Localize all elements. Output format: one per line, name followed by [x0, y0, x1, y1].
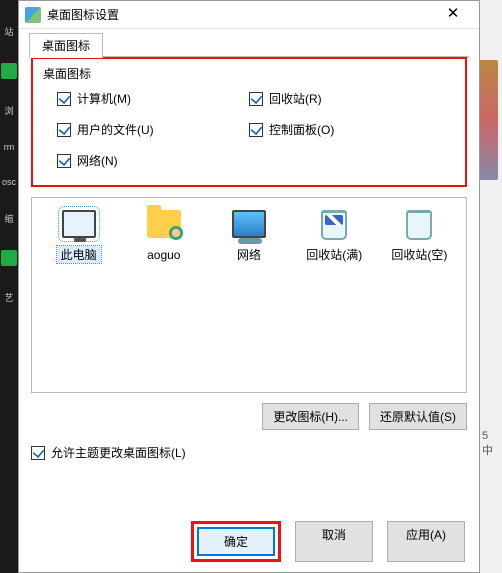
bg-icon [1, 250, 17, 266]
preview-recycle-empty[interactable]: 回收站(空) [381, 210, 458, 380]
bg-photo-sliver [478, 60, 498, 180]
close-button[interactable]: ✕ [433, 2, 473, 28]
desktop-left-strip: 站 浏 rm osc 缩 艺 [0, 0, 18, 573]
section-title: 桌面图标 [43, 65, 455, 82]
recycle-bin-empty-icon [406, 210, 432, 240]
dialog-button-row: 确定 取消 应用(A) [19, 521, 479, 562]
preview-recycle-full[interactable]: 回收站(满) [296, 210, 373, 380]
user-folder-icon [147, 210, 181, 238]
highlight-box-ok: 确定 [191, 521, 281, 562]
check-computer[interactable]: 计算机(M) [43, 90, 249, 107]
restore-defaults-button[interactable]: 还原默认值(S) [369, 403, 467, 430]
desktop-icon-settings-dialog: 桌面图标设置 ✕ 桌面图标 桌面图标 计算机(M) 回收站(R) 用户的文件(U… [18, 0, 480, 573]
ok-button[interactable]: 确定 [197, 527, 275, 556]
bg-icon [1, 63, 17, 79]
checkbox-icon[interactable] [31, 446, 45, 460]
titlebar[interactable]: 桌面图标设置 ✕ [19, 1, 479, 29]
check-control-panel[interactable]: 控制面板(O) [249, 121, 455, 138]
highlight-box-checks: 桌面图标 计算机(M) 回收站(R) 用户的文件(U) 控制面板(O) [31, 57, 467, 187]
checkbox-icon[interactable] [57, 154, 71, 168]
system-icon [25, 7, 41, 23]
change-icon-button[interactable]: 更改图标(H)... [262, 403, 359, 430]
apply-button[interactable]: 应用(A) [387, 521, 465, 562]
cancel-button[interactable]: 取消 [295, 521, 373, 562]
allow-theme-row[interactable]: 允许主题更改桌面图标(L) [31, 444, 467, 461]
check-network[interactable]: 网络(N) [43, 152, 249, 169]
dialog-title: 桌面图标设置 [47, 6, 433, 23]
checkbox-icon[interactable] [249, 92, 263, 106]
recycle-bin-full-icon [321, 210, 347, 240]
preview-this-pc[interactable]: 此电脑 [40, 210, 117, 380]
background-right-strip: 5 中 re 下 [478, 0, 502, 573]
network-icon [232, 210, 266, 238]
icon-preview-panel: 此电脑 aoguo 网络 回收站(满) 回收站(空) [31, 197, 467, 393]
tab-strip: 桌面图标 [29, 33, 479, 57]
checkbox-icon[interactable] [249, 123, 263, 137]
preview-user-folder[interactable]: aoguo [125, 210, 202, 380]
check-recycle-bin[interactable]: 回收站(R) [249, 90, 455, 107]
check-user-files[interactable]: 用户的文件(U) [43, 121, 249, 138]
preview-network[interactable]: 网络 [210, 210, 287, 380]
tab-desktop-icons[interactable]: 桌面图标 [29, 33, 103, 58]
computer-icon [62, 210, 96, 238]
checkbox-icon[interactable] [57, 123, 71, 137]
checkbox-icon[interactable] [57, 92, 71, 106]
